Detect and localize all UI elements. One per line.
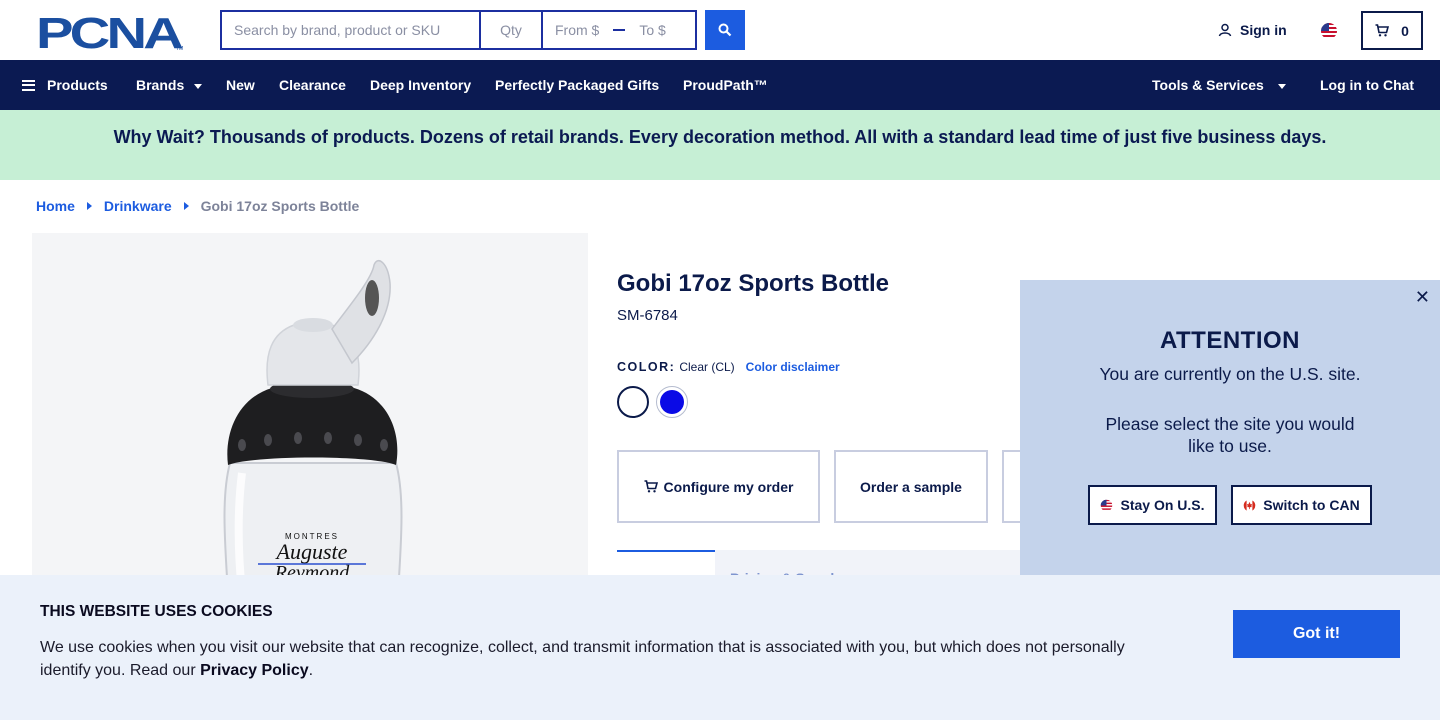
- price-range[interactable]: From $ To $: [541, 10, 697, 50]
- svg-text:PCNA: PCNA: [36, 11, 183, 51]
- configure-order-label: Configure my order: [663, 478, 794, 495]
- stay-us-label: Stay On U.S.: [1120, 497, 1205, 513]
- color-value: Clear (CL): [679, 360, 735, 374]
- svg-text:TM: TM: [176, 46, 183, 51]
- configure-order-button[interactable]: Configure my order: [617, 450, 820, 523]
- breadcrumb-separator-icon: [86, 202, 92, 210]
- nav-chat-login[interactable]: Log in to Chat: [1320, 60, 1414, 110]
- us-flag-icon: [1101, 499, 1113, 511]
- price-range-dash: [613, 29, 626, 31]
- price-from-input[interactable]: From $: [555, 22, 599, 38]
- product-image[interactable]: MONTRES Auguste Reymond: [32, 233, 588, 593]
- search-button[interactable]: [705, 10, 745, 50]
- caret-down-icon: [194, 84, 203, 89]
- close-icon[interactable]: ✕: [1415, 288, 1430, 306]
- color-disclaimer-link[interactable]: Color disclaimer: [746, 360, 840, 374]
- caret-down-icon: [1277, 84, 1286, 89]
- nav-brands[interactable]: Brands: [136, 60, 203, 110]
- price-to-input[interactable]: To $: [639, 22, 665, 38]
- breadcrumb: Home Drinkware Gobi 17oz Sports Bottle: [36, 198, 359, 214]
- top-header: PCNA TM Search by brand, product or SKU …: [0, 0, 1440, 60]
- cookie-banner: THIS WEBSITE USES COOKIES We use cookies…: [0, 575, 1440, 720]
- cookie-body-suffix: .: [308, 662, 314, 679]
- user-icon: [1218, 23, 1232, 37]
- nav-products-label: Products: [47, 77, 108, 93]
- product-sku: SM-6784: [617, 307, 678, 324]
- breadcrumb-home[interactable]: Home: [36, 198, 75, 214]
- switch-can-label: Switch to CAN: [1263, 497, 1360, 513]
- cookie-title: THIS WEBSITE USES COOKIES: [40, 603, 273, 620]
- canada-flag-icon: [1243, 499, 1256, 511]
- promo-text: Why Wait? Thousands of products. Dozens …: [113, 126, 1327, 147]
- color-row: COLOR: Clear (CL) Color disclaimer: [617, 360, 840, 374]
- imprint-line2: Auguste: [275, 539, 348, 564]
- cart-icon: [1375, 24, 1390, 37]
- promo-banner: Why Wait? Thousands of products. Dozens …: [0, 110, 1440, 180]
- search-bar: Search by brand, product or SKU Qty From…: [220, 10, 745, 50]
- nav-tools-label: Tools & Services: [1152, 77, 1264, 93]
- swatch-blue[interactable]: [656, 386, 688, 418]
- product-title: Gobi 17oz Sports Bottle: [617, 270, 890, 297]
- bottle-illustration: MONTRES Auguste Reymond: [223, 260, 403, 593]
- breadcrumb-current: Gobi 17oz Sports Bottle: [200, 198, 360, 214]
- qty-input[interactable]: Qty: [479, 10, 541, 50]
- got-it-button[interactable]: Got it!: [1233, 610, 1400, 658]
- nav-new[interactable]: New: [226, 60, 255, 110]
- nav-tools-services[interactable]: Tools & Services: [1152, 60, 1286, 110]
- main-nav: Products Brands New Clearance Deep Inven…: [0, 60, 1440, 110]
- nav-proudpath[interactable]: ProudPath™: [683, 60, 768, 110]
- cart-icon: [644, 480, 658, 493]
- swatch-blue-fill: [660, 390, 684, 414]
- sign-in-link[interactable]: Sign in: [1218, 22, 1287, 38]
- us-flag-icon[interactable]: [1320, 22, 1338, 40]
- search-input[interactable]: Search by brand, product or SKU: [220, 10, 479, 50]
- menu-icon: [22, 79, 35, 91]
- order-sample-button[interactable]: Order a sample: [834, 450, 988, 523]
- switch-can-button[interactable]: Switch to CAN: [1231, 485, 1372, 525]
- cart-button[interactable]: 0: [1361, 11, 1423, 50]
- nav-deep-inventory[interactable]: Deep Inventory: [370, 60, 471, 110]
- search-icon: [718, 23, 732, 37]
- modal-message-current: You are currently on the U.S. site.: [1099, 364, 1361, 384]
- cookie-body: We use cookies when you visit our websit…: [40, 636, 1150, 682]
- modal-title: ATTENTION: [1159, 327, 1301, 354]
- swatch-clear[interactable]: [617, 386, 649, 418]
- region-select-modal: ✕ ATTENTION You are currently on the U.S…: [1020, 280, 1440, 580]
- nav-packaged-gifts[interactable]: Perfectly Packaged Gifts: [495, 60, 659, 110]
- color-label: COLOR:: [617, 360, 676, 374]
- nav-products[interactable]: Products: [22, 60, 108, 110]
- pcna-logo[interactable]: PCNA TM: [36, 11, 186, 51]
- breadcrumb-drinkware[interactable]: Drinkware: [104, 198, 172, 214]
- cart-count: 0: [1401, 22, 1409, 39]
- breadcrumb-separator-icon: [183, 202, 189, 210]
- privacy-policy-link[interactable]: Privacy Policy: [200, 662, 309, 679]
- sign-in-label: Sign in: [1240, 22, 1287, 38]
- modal-message-select: Please select the site you would like to…: [1105, 414, 1355, 456]
- stay-us-button[interactable]: Stay On U.S.: [1088, 485, 1217, 525]
- nav-clearance[interactable]: Clearance: [279, 60, 346, 110]
- nav-brands-label: Brands: [136, 77, 185, 93]
